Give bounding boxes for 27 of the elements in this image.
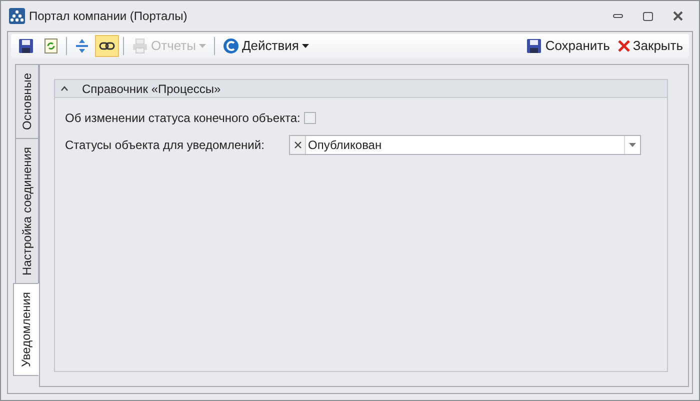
combo-value: Опубликован <box>307 137 383 154</box>
field-label: Об изменении статуса конечного объекта: <box>65 110 300 127</box>
caret-icon <box>302 44 309 48</box>
toolbar-icon-button[interactable] <box>95 35 119 57</box>
clear-icon <box>294 141 302 149</box>
document-refresh-icon <box>44 38 58 54</box>
clear-button[interactable] <box>290 136 306 154</box>
toolbar-button[interactable]: Действия <box>218 35 313 57</box>
field-label: Статусы объекта для уведомлений: <box>65 137 266 154</box>
close-icon <box>673 11 683 21</box>
printer-icon <box>132 38 148 54</box>
collapse-chevron-icon[interactable] <box>61 86 68 91</box>
caret-icon <box>198 44 206 48</box>
window-title: Портал компании (Порталы) <box>29 8 188 25</box>
group-title: Справочник «Процессы» <box>82 80 221 98</box>
chain-link-icon <box>99 41 115 51</box>
vertical-tab[interactable]: Настройка соединения <box>15 138 39 284</box>
checkbox[interactable] <box>304 112 316 124</box>
expand-arrows-icon <box>75 38 89 54</box>
network-tree-icon <box>9 8 25 24</box>
vertical-tab[interactable]: Основные <box>15 64 39 139</box>
status-combo-box[interactable]: Опубликован <box>289 135 641 155</box>
vertical-tab[interactable]: Уведомления <box>13 283 39 376</box>
toolbar-button[interactable]: Сохранить <box>523 35 613 57</box>
toolbar-button[interactable]: Закрыть <box>614 35 686 57</box>
close-icon <box>618 40 630 52</box>
caret-icon <box>629 143 636 147</box>
